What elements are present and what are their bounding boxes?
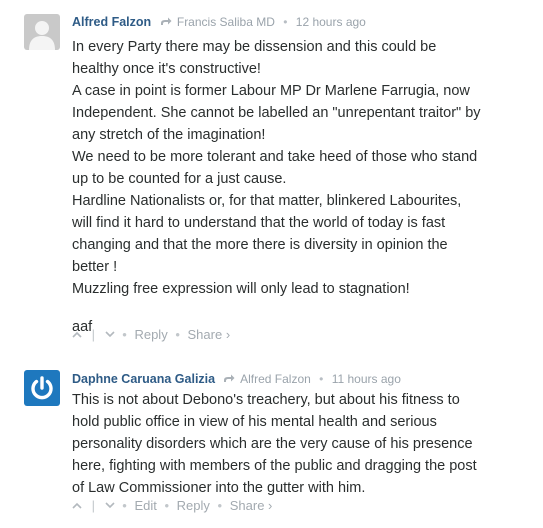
reply-to-name[interactable]: Francis Saliba MD <box>177 15 275 29</box>
comment-line: of Law Commissioner into the gutter with… <box>72 480 366 496</box>
reply-link[interactable]: Reply <box>177 498 210 513</box>
reply-to-name[interactable]: Alfred Falzon <box>240 372 311 386</box>
meta-separator: • <box>319 372 324 386</box>
comment-line: any stretch of the imagination! <box>72 127 266 143</box>
comment-line: healthy once it's constructive! <box>72 61 261 77</box>
timestamp[interactable]: 12 hours ago <box>296 15 366 29</box>
edit-link[interactable]: Edit <box>134 498 156 513</box>
share-link[interactable]: Share › <box>188 327 231 342</box>
timestamp[interactable]: 11 hours ago <box>332 372 401 386</box>
comment-line: Muzzling free expression will only lead … <box>72 281 410 297</box>
upvote-icon[interactable] <box>72 502 82 509</box>
power-logo-avatar-icon[interactable] <box>24 370 60 406</box>
comment-line: In every Party there may be dissension a… <box>72 39 437 55</box>
action-dot: • <box>164 498 170 513</box>
comment-line: better ! <box>72 259 118 275</box>
reply-link[interactable]: Reply <box>134 327 167 342</box>
upvote-icon[interactable] <box>72 331 82 338</box>
comment-line: We need to be more tolerant and take hee… <box>72 149 478 165</box>
comment-actions: | • Reply • Share › <box>72 327 230 342</box>
vote-divider: | <box>91 327 96 342</box>
action-dot: • <box>122 498 127 513</box>
comment-line: Hardline Nationalists or, for that matte… <box>72 193 462 209</box>
comment-line: personality disorders which are the very… <box>72 436 473 452</box>
downvote-icon[interactable] <box>105 331 115 338</box>
comment-line: Independent. She cannot be labelled an "… <box>72 105 481 121</box>
comment-line: A case in point is former Labour MP Dr M… <box>72 83 470 99</box>
default-user-avatar-icon[interactable] <box>24 14 60 50</box>
comment-header: Daphne Caruana Galizia Alfred Falzon • 1… <box>72 372 401 386</box>
author-name[interactable]: Daphne Caruana Galizia <box>72 372 215 386</box>
downvote-icon[interactable] <box>105 502 115 509</box>
author-name[interactable]: Alfred Falzon <box>72 15 151 29</box>
comment-line: up to be counted for a just cause. <box>72 171 287 187</box>
comment-line: changing and that the more there is dive… <box>72 237 448 253</box>
reply-arrow-icon <box>160 17 172 25</box>
action-dot: • <box>217 498 223 513</box>
reply-arrow-icon <box>224 374 235 382</box>
comment-line: here, fighting with members of the publi… <box>72 458 477 474</box>
comment-body: This is not about Debono's treachery, bu… <box>72 389 522 499</box>
meta-separator: • <box>283 15 288 29</box>
share-link[interactable]: Share › <box>230 498 273 513</box>
vote-divider: | <box>91 498 96 513</box>
action-dot: • <box>175 327 180 342</box>
comment-actions: | • Edit • Reply • Share › <box>72 498 272 513</box>
comment-line: will find it hard to understand that the… <box>72 215 446 231</box>
comment-body: In every Party there may be dissension a… <box>72 36 522 338</box>
comment-line: This is not about Debono's treachery, bu… <box>72 392 460 408</box>
comment-line: hold public office in view of his mental… <box>72 414 437 430</box>
comment-header: Alfred Falzon Francis Saliba MD • 12 hou… <box>72 15 366 29</box>
action-dot: • <box>122 327 127 342</box>
